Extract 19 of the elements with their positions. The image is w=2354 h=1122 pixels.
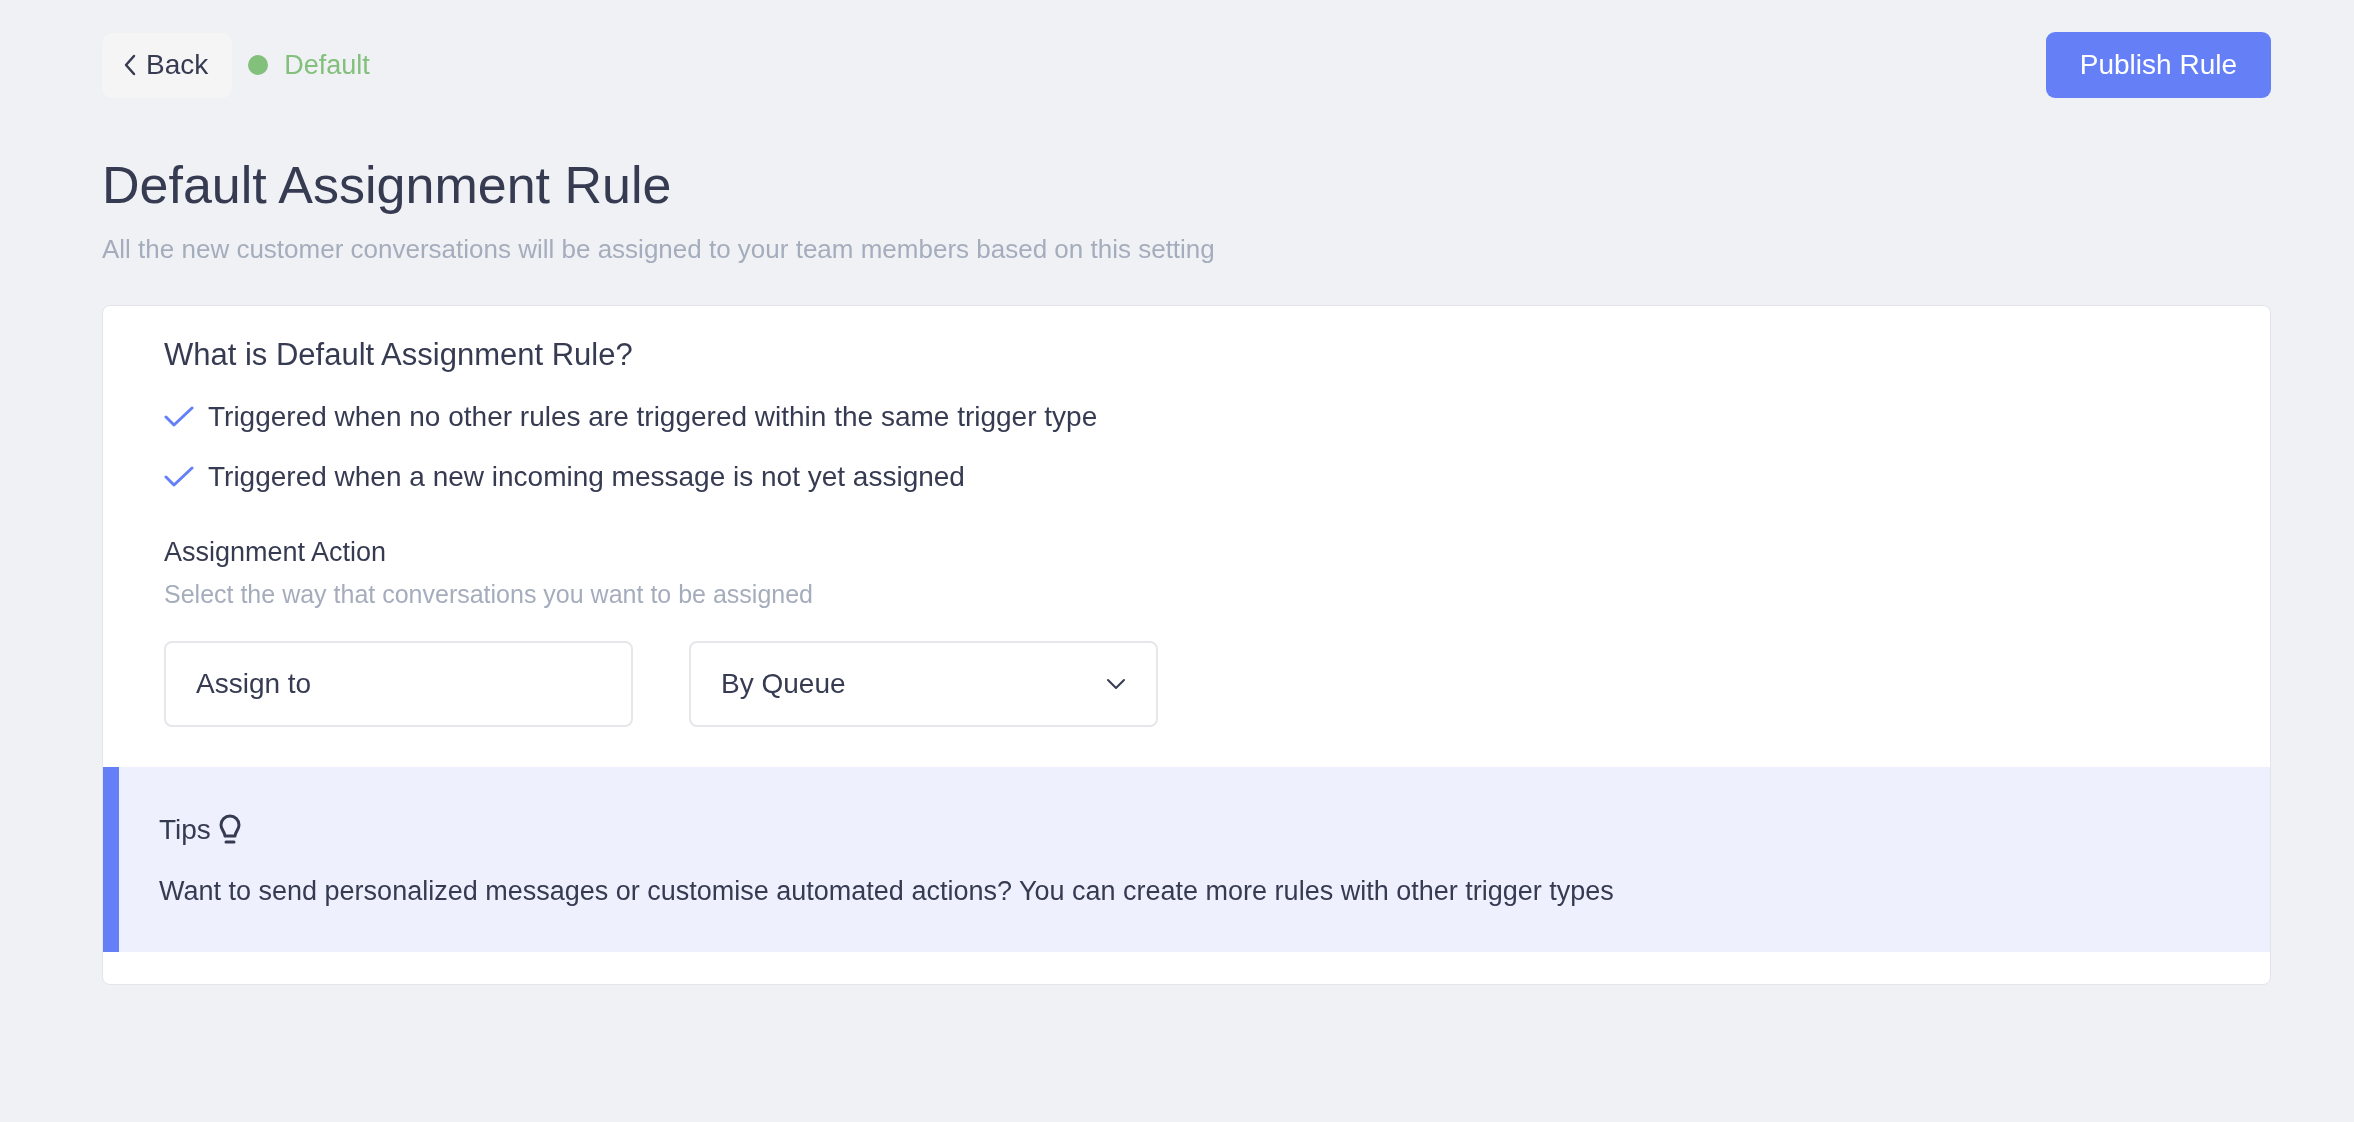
caret-icon (1106, 678, 1126, 691)
checklist-item: Triggered when a new incoming message is not yet assigned (208, 459, 965, 494)
checkmark-icon (164, 465, 194, 488)
tips-text: Want to send personalized messages or customise automated actions? You can create more rules with other trigger types (159, 875, 1615, 909)
checkmark-icon (164, 405, 194, 428)
section-heading: What is Default Assignment Rule? (164, 336, 634, 374)
tips-title: Tips (159, 813, 211, 848)
queue-dropdown[interactable]: By Queue (689, 641, 1158, 728)
chevron-left-icon (124, 54, 136, 76)
checklist-item: Triggered when no other rules are triggered within the same trigger type (208, 399, 1098, 434)
assign-to-field[interactable]: Assign to (164, 641, 633, 728)
publish-rule-button[interactable]: Publish Rule (2045, 32, 2271, 98)
section-heading: Assignment Action (164, 535, 388, 568)
back-button[interactable]: Back (102, 32, 233, 98)
page-title: Default Assignment Rule (102, 155, 673, 216)
section-description: Select the way that conversations you want to be assigned (164, 578, 814, 610)
lightbulb-icon (218, 814, 241, 847)
page-subtitle: All the new customer conversations will be assigned to your team members based on this setting (102, 233, 1216, 267)
status-label: Default (284, 48, 370, 82)
